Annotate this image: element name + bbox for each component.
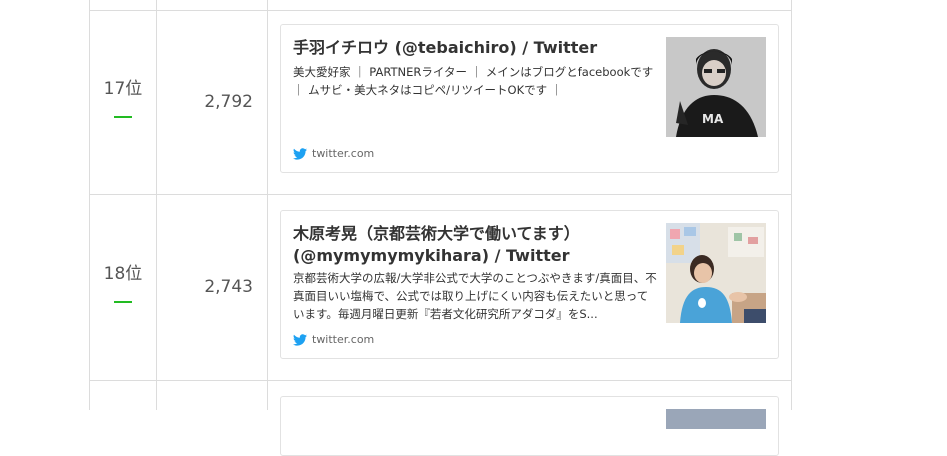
card-title[interactable]: 木原考晃（京都芸術大学で働いてます） (@mymymymykihara) / T…	[293, 223, 655, 267]
link-card[interactable]: 木原考晃（京都芸術大学で働いてます） (@mymymymykihara) / T…	[280, 210, 779, 359]
share-count: 2,743	[204, 277, 253, 297]
avatar-photo-image: MA	[666, 37, 766, 137]
avatar-photo-image	[666, 223, 766, 323]
twitter-bird-icon	[293, 333, 307, 346]
card-domain-label: twitter.com	[312, 147, 375, 160]
rank-unchanged-indicator	[114, 301, 132, 303]
card-description: 美大愛好家 ｜ PARTNERライター ｜ メインはブログとfacebookです…	[293, 65, 654, 97]
table-row	[90, 381, 791, 456]
card-thumbnail[interactable]	[666, 409, 766, 429]
card-title[interactable]: 手羽イチロウ (@tebaichiro) / Twitter	[293, 37, 655, 59]
svg-text:MA: MA	[702, 112, 724, 126]
card-thumbnail[interactable]	[666, 223, 766, 323]
card-thumbnail[interactable]: MA	[666, 37, 766, 137]
link-card[interactable]: 手羽イチロウ (@tebaichiro) / Twitter 美大愛好家 ｜ P…	[280, 24, 779, 173]
rank-label: 17位	[103, 79, 143, 99]
card-domain[interactable]: twitter.com	[293, 333, 374, 346]
table-row-previous	[90, 0, 791, 11]
rank-label: 18位	[103, 264, 143, 284]
ranking-table: 17位 2,792 手羽イチロウ (@tebaichiro) / Twitter…	[89, 0, 792, 456]
rank-unchanged-indicator	[114, 116, 132, 118]
table-row: 18位 2,743 木原考晃（京都芸術大学で働いてます） (@mymymymyk…	[90, 195, 791, 381]
card-description: 京都芸術大学の広報/大学非公式で大学のことつぶやきます/真面目、不真面目いい塩梅…	[293, 271, 657, 321]
share-count: 2,792	[204, 92, 253, 112]
card-domain-label: twitter.com	[312, 333, 375, 346]
twitter-bird-icon	[293, 147, 307, 160]
link-card[interactable]	[280, 396, 779, 456]
card-domain[interactable]: twitter.com	[293, 147, 374, 160]
table-row: 17位 2,792 手羽イチロウ (@tebaichiro) / Twitter…	[90, 11, 791, 195]
